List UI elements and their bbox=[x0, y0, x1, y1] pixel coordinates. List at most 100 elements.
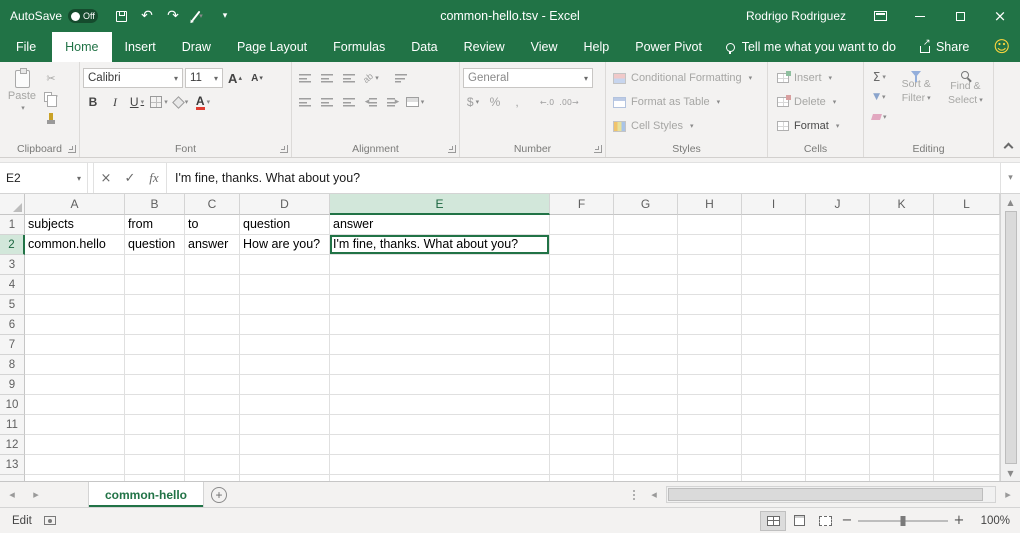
cell-H3[interactable] bbox=[678, 255, 742, 275]
cell-E4[interactable] bbox=[330, 275, 550, 295]
cell-J4[interactable] bbox=[806, 275, 870, 295]
normal-view-button[interactable] bbox=[760, 511, 786, 531]
cell-F10[interactable] bbox=[550, 395, 614, 415]
close-button[interactable]: × bbox=[980, 0, 1020, 32]
fill-color-button[interactable] bbox=[171, 91, 191, 113]
cell-F12[interactable] bbox=[550, 435, 614, 455]
cell-A8[interactable] bbox=[25, 355, 125, 375]
cell-F13[interactable] bbox=[550, 455, 614, 475]
cell-B1[interactable]: from bbox=[125, 215, 185, 235]
cell-K13[interactable] bbox=[870, 455, 934, 475]
cell-B9[interactable] bbox=[125, 375, 185, 395]
cell-J13[interactable] bbox=[806, 455, 870, 475]
tab-file[interactable]: File bbox=[0, 32, 52, 62]
cell-D12[interactable] bbox=[240, 435, 330, 455]
name-box[interactable]: E2 ▾ bbox=[0, 163, 88, 193]
insert-function-button[interactable]: fx bbox=[142, 163, 166, 193]
zoom-slider-thumb[interactable] bbox=[901, 516, 906, 526]
zoom-out-button[interactable]: − bbox=[838, 513, 856, 528]
cell-I8[interactable] bbox=[742, 355, 806, 375]
cell-C1[interactable]: to bbox=[185, 215, 240, 235]
cell-A5[interactable] bbox=[25, 295, 125, 315]
cell-A13[interactable] bbox=[25, 455, 125, 475]
save-button[interactable] bbox=[108, 0, 134, 32]
insert-cells-button[interactable]: Insert bbox=[771, 66, 860, 90]
cell-K8[interactable] bbox=[870, 355, 934, 375]
cell-A3[interactable] bbox=[25, 255, 125, 275]
cell-C2[interactable]: answer bbox=[185, 235, 240, 255]
accounting-format-button[interactable]: $ bbox=[463, 91, 483, 113]
cell-L6[interactable] bbox=[934, 315, 1000, 335]
cell-G10[interactable] bbox=[614, 395, 678, 415]
align-left-button[interactable] bbox=[295, 91, 315, 113]
tab-splitter-handle[interactable] bbox=[633, 482, 636, 507]
row-header-5[interactable]: 5 bbox=[0, 295, 25, 315]
cell-I10[interactable] bbox=[742, 395, 806, 415]
cell-C6[interactable] bbox=[185, 315, 240, 335]
redo-button[interactable]: ↷ bbox=[160, 0, 186, 32]
share-button[interactable]: Share bbox=[920, 40, 969, 54]
cell-G8[interactable] bbox=[614, 355, 678, 375]
cell-H5[interactable] bbox=[678, 295, 742, 315]
cell-K3[interactable] bbox=[870, 255, 934, 275]
decrease-decimal-button[interactable]: .00→ bbox=[559, 91, 579, 113]
cell-C8[interactable] bbox=[185, 355, 240, 375]
tab-insert[interactable]: Insert bbox=[112, 32, 169, 62]
cell-J7[interactable] bbox=[806, 335, 870, 355]
sort-filter-button[interactable]: Sort & Filter bbox=[892, 66, 941, 141]
sheet-nav-right-button[interactable]: ▸ bbox=[24, 482, 48, 507]
cell-G4[interactable] bbox=[614, 275, 678, 295]
clear-button[interactable] bbox=[867, 108, 892, 126]
cell-H11[interactable] bbox=[678, 415, 742, 435]
cell-F6[interactable] bbox=[550, 315, 614, 335]
cell-K9[interactable] bbox=[870, 375, 934, 395]
orientation-button[interactable]: ab bbox=[361, 67, 381, 89]
font-color-button[interactable]: A bbox=[193, 91, 213, 113]
customize-qat-button[interactable]: ▾ bbox=[212, 0, 238, 32]
page-break-view-button[interactable] bbox=[812, 511, 838, 531]
cell-J1[interactable] bbox=[806, 215, 870, 235]
cell-B4[interactable] bbox=[125, 275, 185, 295]
top-align-button[interactable] bbox=[295, 67, 315, 89]
cell-B6[interactable] bbox=[125, 315, 185, 335]
hscroll-left-icon[interactable]: ◂ bbox=[642, 482, 666, 507]
cell-A9[interactable] bbox=[25, 375, 125, 395]
horizontal-scrollbar[interactable] bbox=[666, 486, 996, 503]
sheet-tab-common-hello[interactable]: common-hello bbox=[88, 482, 204, 507]
cell-D8[interactable] bbox=[240, 355, 330, 375]
new-sheet-button[interactable]: + bbox=[204, 482, 234, 507]
cell-E5[interactable] bbox=[330, 295, 550, 315]
column-header-C[interactable]: C bbox=[185, 194, 240, 215]
cell-G6[interactable] bbox=[614, 315, 678, 335]
cell-L9[interactable] bbox=[934, 375, 1000, 395]
tell-me-search[interactable]: Tell me what you want to do bbox=[726, 40, 896, 54]
increase-decimal-button[interactable]: ←.0 bbox=[537, 91, 557, 113]
cell-D10[interactable] bbox=[240, 395, 330, 415]
delete-cells-button[interactable]: Delete bbox=[771, 90, 860, 114]
cell-K5[interactable] bbox=[870, 295, 934, 315]
underline-button[interactable]: U bbox=[127, 91, 147, 113]
wrap-text-button[interactable] bbox=[391, 67, 411, 89]
cell-J5[interactable] bbox=[806, 295, 870, 315]
cell-B11[interactable] bbox=[125, 415, 185, 435]
bottom-align-button[interactable] bbox=[339, 67, 359, 89]
cell-E8[interactable] bbox=[330, 355, 550, 375]
cell-E12[interactable] bbox=[330, 435, 550, 455]
cell-F1[interactable] bbox=[550, 215, 614, 235]
tab-formulas[interactable]: Formulas bbox=[320, 32, 398, 62]
cell-G1[interactable] bbox=[614, 215, 678, 235]
cell-B10[interactable] bbox=[125, 395, 185, 415]
cell-I3[interactable] bbox=[742, 255, 806, 275]
tab-data[interactable]: Data bbox=[398, 32, 450, 62]
grow-font-button[interactable]: A▴ bbox=[225, 67, 245, 89]
cell-L5[interactable] bbox=[934, 295, 1000, 315]
vertical-scrollbar[interactable]: ▲ ▼ bbox=[1000, 194, 1020, 481]
cell-K11[interactable] bbox=[870, 415, 934, 435]
cell-F3[interactable] bbox=[550, 255, 614, 275]
cell-D13[interactable] bbox=[240, 455, 330, 475]
vertical-scrollbar-thumb[interactable] bbox=[1005, 211, 1017, 464]
cell-E7[interactable] bbox=[330, 335, 550, 355]
formula-input[interactable]: I'm fine, thanks. What about you? bbox=[166, 163, 1000, 193]
cell-I4[interactable] bbox=[742, 275, 806, 295]
cell-A6[interactable] bbox=[25, 315, 125, 335]
